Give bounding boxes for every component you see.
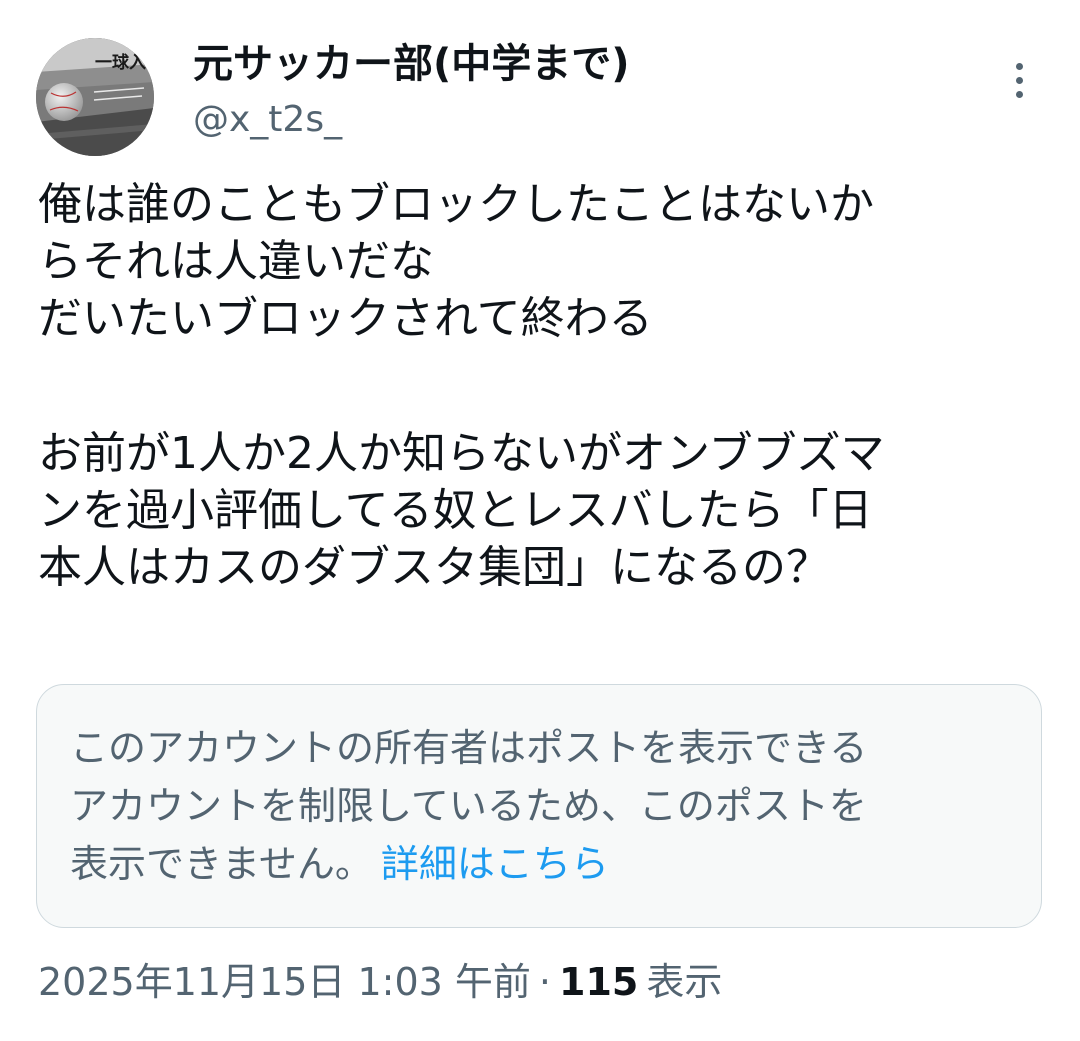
author-display-name[interactable]: 元サッカー部(中学まで) [193, 38, 953, 90]
post-meta: 2025年11月15日 1:03 午前 · 115 表示 [38, 955, 722, 1009]
restricted-notice-text: 表示できません。 [70, 842, 373, 886]
restricted-notice-line: アカウントを制限しているため、このポストを [70, 784, 867, 828]
learn-more-link[interactable]: 詳細はこちら [381, 842, 609, 886]
avatar-caption: 一球入魂 [95, 52, 154, 73]
views-count: 115 [559, 960, 639, 1004]
more-vertical-icon-dot [1015, 90, 1023, 98]
post-text-line: 俺は誰のこともブロックしたことはないか [38, 179, 874, 230]
author-info[interactable]: 元サッカー部(中学まで) @x_t2s_ [193, 38, 953, 142]
more-vertical-icon [1015, 62, 1023, 70]
restricted-notice-line: このアカウントの所有者はポストを表示できる [70, 726, 868, 770]
more-vertical-icon-dot [1015, 76, 1023, 84]
author-handle[interactable]: @x_t2s_ [193, 98, 953, 142]
post-header: 一球入魂 元サッカー部(中学まで) @x_t2s_ [36, 38, 1044, 156]
post-timestamp[interactable]: 2025年11月15日 1:03 午前 [38, 960, 531, 1004]
restricted-quote-card: このアカウントの所有者はポストを表示できる アカウントを制限しているため、このポ… [36, 684, 1042, 928]
restricted-notice-last-line: 表示できません。 詳細はこちら [70, 835, 1009, 893]
avatar[interactable]: 一球入魂 [36, 38, 154, 156]
post-text-line: らそれは人違いだな [38, 236, 434, 287]
post-text-line: お前が1人か2人か知らないがオンブブズマ [38, 428, 885, 479]
post-text-blank-line [38, 347, 1048, 425]
avatar-image: 一球入魂 [36, 38, 154, 156]
views-label: 表示 [646, 960, 723, 1004]
post-text-line: ンを過小評価してる奴とレスバしたら「日 [38, 485, 873, 536]
more-options-button[interactable] [1002, 56, 1036, 104]
post-text: 俺は誰のこともブロックしたことはないか らそれは人違いだな だいたいブロックされ… [38, 176, 1048, 596]
post-text-line: だいたいブロックされて終わる [38, 293, 653, 344]
meta-separator: · [538, 960, 551, 1004]
post-text-line: 本人はカスのダブスタ集団」になるの？ [38, 542, 830, 593]
